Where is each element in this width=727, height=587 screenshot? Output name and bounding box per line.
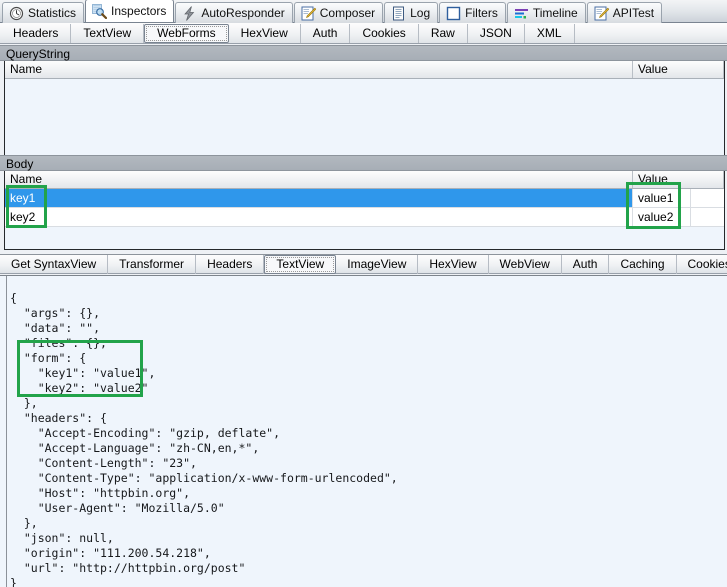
fiddler-window: Statistics Inspectors AutoResponder — [0, 0, 727, 587]
response-tab-webview-label: WebView — [500, 257, 550, 271]
response-tab-get-syntaxview[interactable]: Get SyntaxView — [0, 255, 108, 274]
request-tab-strip-filler — [575, 24, 727, 43]
request-tab-webforms-label: WebForms — [157, 26, 215, 40]
response-tab-get-syntaxview-label: Get SyntaxView — [11, 257, 96, 271]
response-tab-hexview-label: HexView — [429, 257, 476, 271]
body-grid-header: Name Value — [5, 171, 724, 189]
querystring-panel: QueryString Name Value — [0, 45, 727, 165]
querystring-grid-header: Name Value — [5, 61, 724, 79]
response-tab-auth-label: Auth — [573, 257, 598, 271]
querystring-column-value[interactable]: Value — [633, 61, 724, 78]
response-tab-hexview[interactable]: HexView — [418, 255, 488, 274]
querystring-column-name[interactable]: Name — [5, 61, 633, 78]
clock-icon — [9, 6, 24, 21]
response-tab-imageview[interactable]: ImageView — [336, 255, 418, 274]
response-tab-caching-label: Caching — [620, 257, 664, 271]
response-inspector-tab-strip: Get SyntaxView Transformer Headers TextV… — [0, 254, 727, 274]
request-tab-xml[interactable]: XML — [525, 24, 575, 43]
timeline-bars-icon — [514, 6, 529, 21]
body-row-1-name: key2 — [5, 208, 633, 226]
table-row[interactable]: key1 value1 — [5, 189, 724, 208]
request-tab-auth-label: Auth — [313, 26, 338, 40]
main-tab-log-label: Log — [410, 6, 430, 20]
request-tab-hexview[interactable]: HexView — [229, 24, 301, 43]
response-tab-headers[interactable]: Headers — [196, 255, 264, 274]
response-tab-textview[interactable]: TextView — [264, 255, 336, 274]
main-tab-apitest-label: APITest — [613, 6, 654, 20]
request-tab-raw-label: Raw — [431, 26, 455, 40]
response-body-text: { "args": {}, "data": "", "files": {}, "… — [10, 291, 727, 576]
main-tab-autoresponder[interactable]: AutoResponder — [175, 2, 292, 23]
request-tab-json-label: JSON — [480, 26, 512, 40]
main-tab-log[interactable]: Log — [384, 2, 438, 23]
request-tab-textview-label: TextView — [83, 26, 131, 40]
request-tab-textview[interactable]: TextView — [71, 24, 144, 43]
main-tab-composer-label: Composer — [320, 6, 375, 20]
response-tab-webview[interactable]: WebView — [489, 255, 562, 274]
response-tab-transformer-label: Transformer — [119, 257, 184, 271]
main-tab-strip: Statistics Inspectors AutoResponder — [0, 0, 727, 23]
request-tab-auth[interactable]: Auth — [301, 24, 351, 43]
pencil-note-icon — [301, 6, 316, 21]
response-textview[interactable]: { "args": {}, "data": "", "files": {}, "… — [0, 275, 727, 587]
main-tab-timeline[interactable]: Timeline — [507, 2, 586, 23]
main-tab-autoresponder-label: AutoResponder — [201, 6, 284, 20]
main-tab-filters[interactable]: Filters — [439, 2, 506, 23]
empty-square-icon — [446, 6, 461, 21]
querystring-title: QueryString — [0, 45, 727, 61]
main-tab-composer[interactable]: Composer — [294, 2, 383, 23]
request-inspector-tab-strip: Headers TextView WebForms HexView Auth C… — [0, 23, 727, 44]
table-row[interactable]: key2 value2 — [5, 208, 724, 227]
request-tab-raw[interactable]: Raw — [419, 24, 468, 43]
response-tab-auth[interactable]: Auth — [562, 255, 610, 274]
textview-gutter — [0, 276, 7, 587]
body-grid[interactable]: Name Value key1 value1 key2 value2 — [4, 171, 725, 250]
request-tab-headers[interactable]: Headers — [0, 24, 71, 43]
body-grid-body[interactable]: key1 value1 key2 value2 — [5, 189, 724, 249]
body-row-0-tail — [691, 189, 724, 207]
request-tab-cookies[interactable]: Cookies — [350, 24, 418, 43]
main-tab-statistics[interactable]: Statistics — [2, 2, 84, 23]
main-tab-filters-label: Filters — [465, 6, 498, 20]
request-tab-json[interactable]: JSON — [468, 24, 525, 43]
request-tab-webforms[interactable]: WebForms — [144, 24, 228, 43]
response-tab-cookies-label: Cookies — [688, 257, 727, 271]
document-lines-icon — [391, 6, 406, 21]
response-tab-headers-label: Headers — [207, 257, 252, 271]
querystring-grid-body[interactable] — [5, 79, 724, 164]
response-tab-cookies[interactable]: Cookies — [677, 255, 727, 274]
request-tab-headers-label: Headers — [13, 26, 58, 40]
main-tab-apitest[interactable]: APITest — [587, 2, 662, 23]
main-tab-inspectors[interactable]: Inspectors — [85, 0, 174, 22]
response-tab-caching[interactable]: Caching — [609, 255, 676, 274]
request-tab-xml-label: XML — [537, 26, 562, 40]
main-tab-timeline-label: Timeline — [533, 6, 578, 20]
querystring-grid[interactable]: Name Value — [4, 61, 725, 165]
request-tab-cookies-label: Cookies — [362, 26, 405, 40]
body-row-0-value: value1 — [633, 189, 691, 207]
body-grid-empty-area[interactable] — [5, 227, 724, 249]
lightning-icon — [182, 6, 197, 21]
main-tab-statistics-label: Statistics — [28, 6, 76, 20]
request-tab-hexview-label: HexView — [241, 26, 288, 40]
body-column-name[interactable]: Name — [5, 171, 633, 188]
body-row-1-value: value2 — [633, 208, 691, 226]
body-title: Body — [0, 155, 727, 171]
body-row-0-name: key1 — [5, 189, 633, 207]
body-column-value[interactable]: Value — [633, 171, 724, 188]
main-tab-inspectors-label: Inspectors — [111, 4, 166, 18]
response-tab-imageview-label: ImageView — [347, 257, 406, 271]
magnifier-icon — [92, 4, 107, 19]
response-tab-transformer[interactable]: Transformer — [108, 255, 196, 274]
pencil-note-icon — [594, 6, 609, 21]
body-row-1-tail — [691, 208, 724, 226]
body-panel: Body Name Value key1 value1 key2 value2 — [0, 155, 727, 250]
response-tab-textview-label: TextView — [276, 257, 324, 271]
